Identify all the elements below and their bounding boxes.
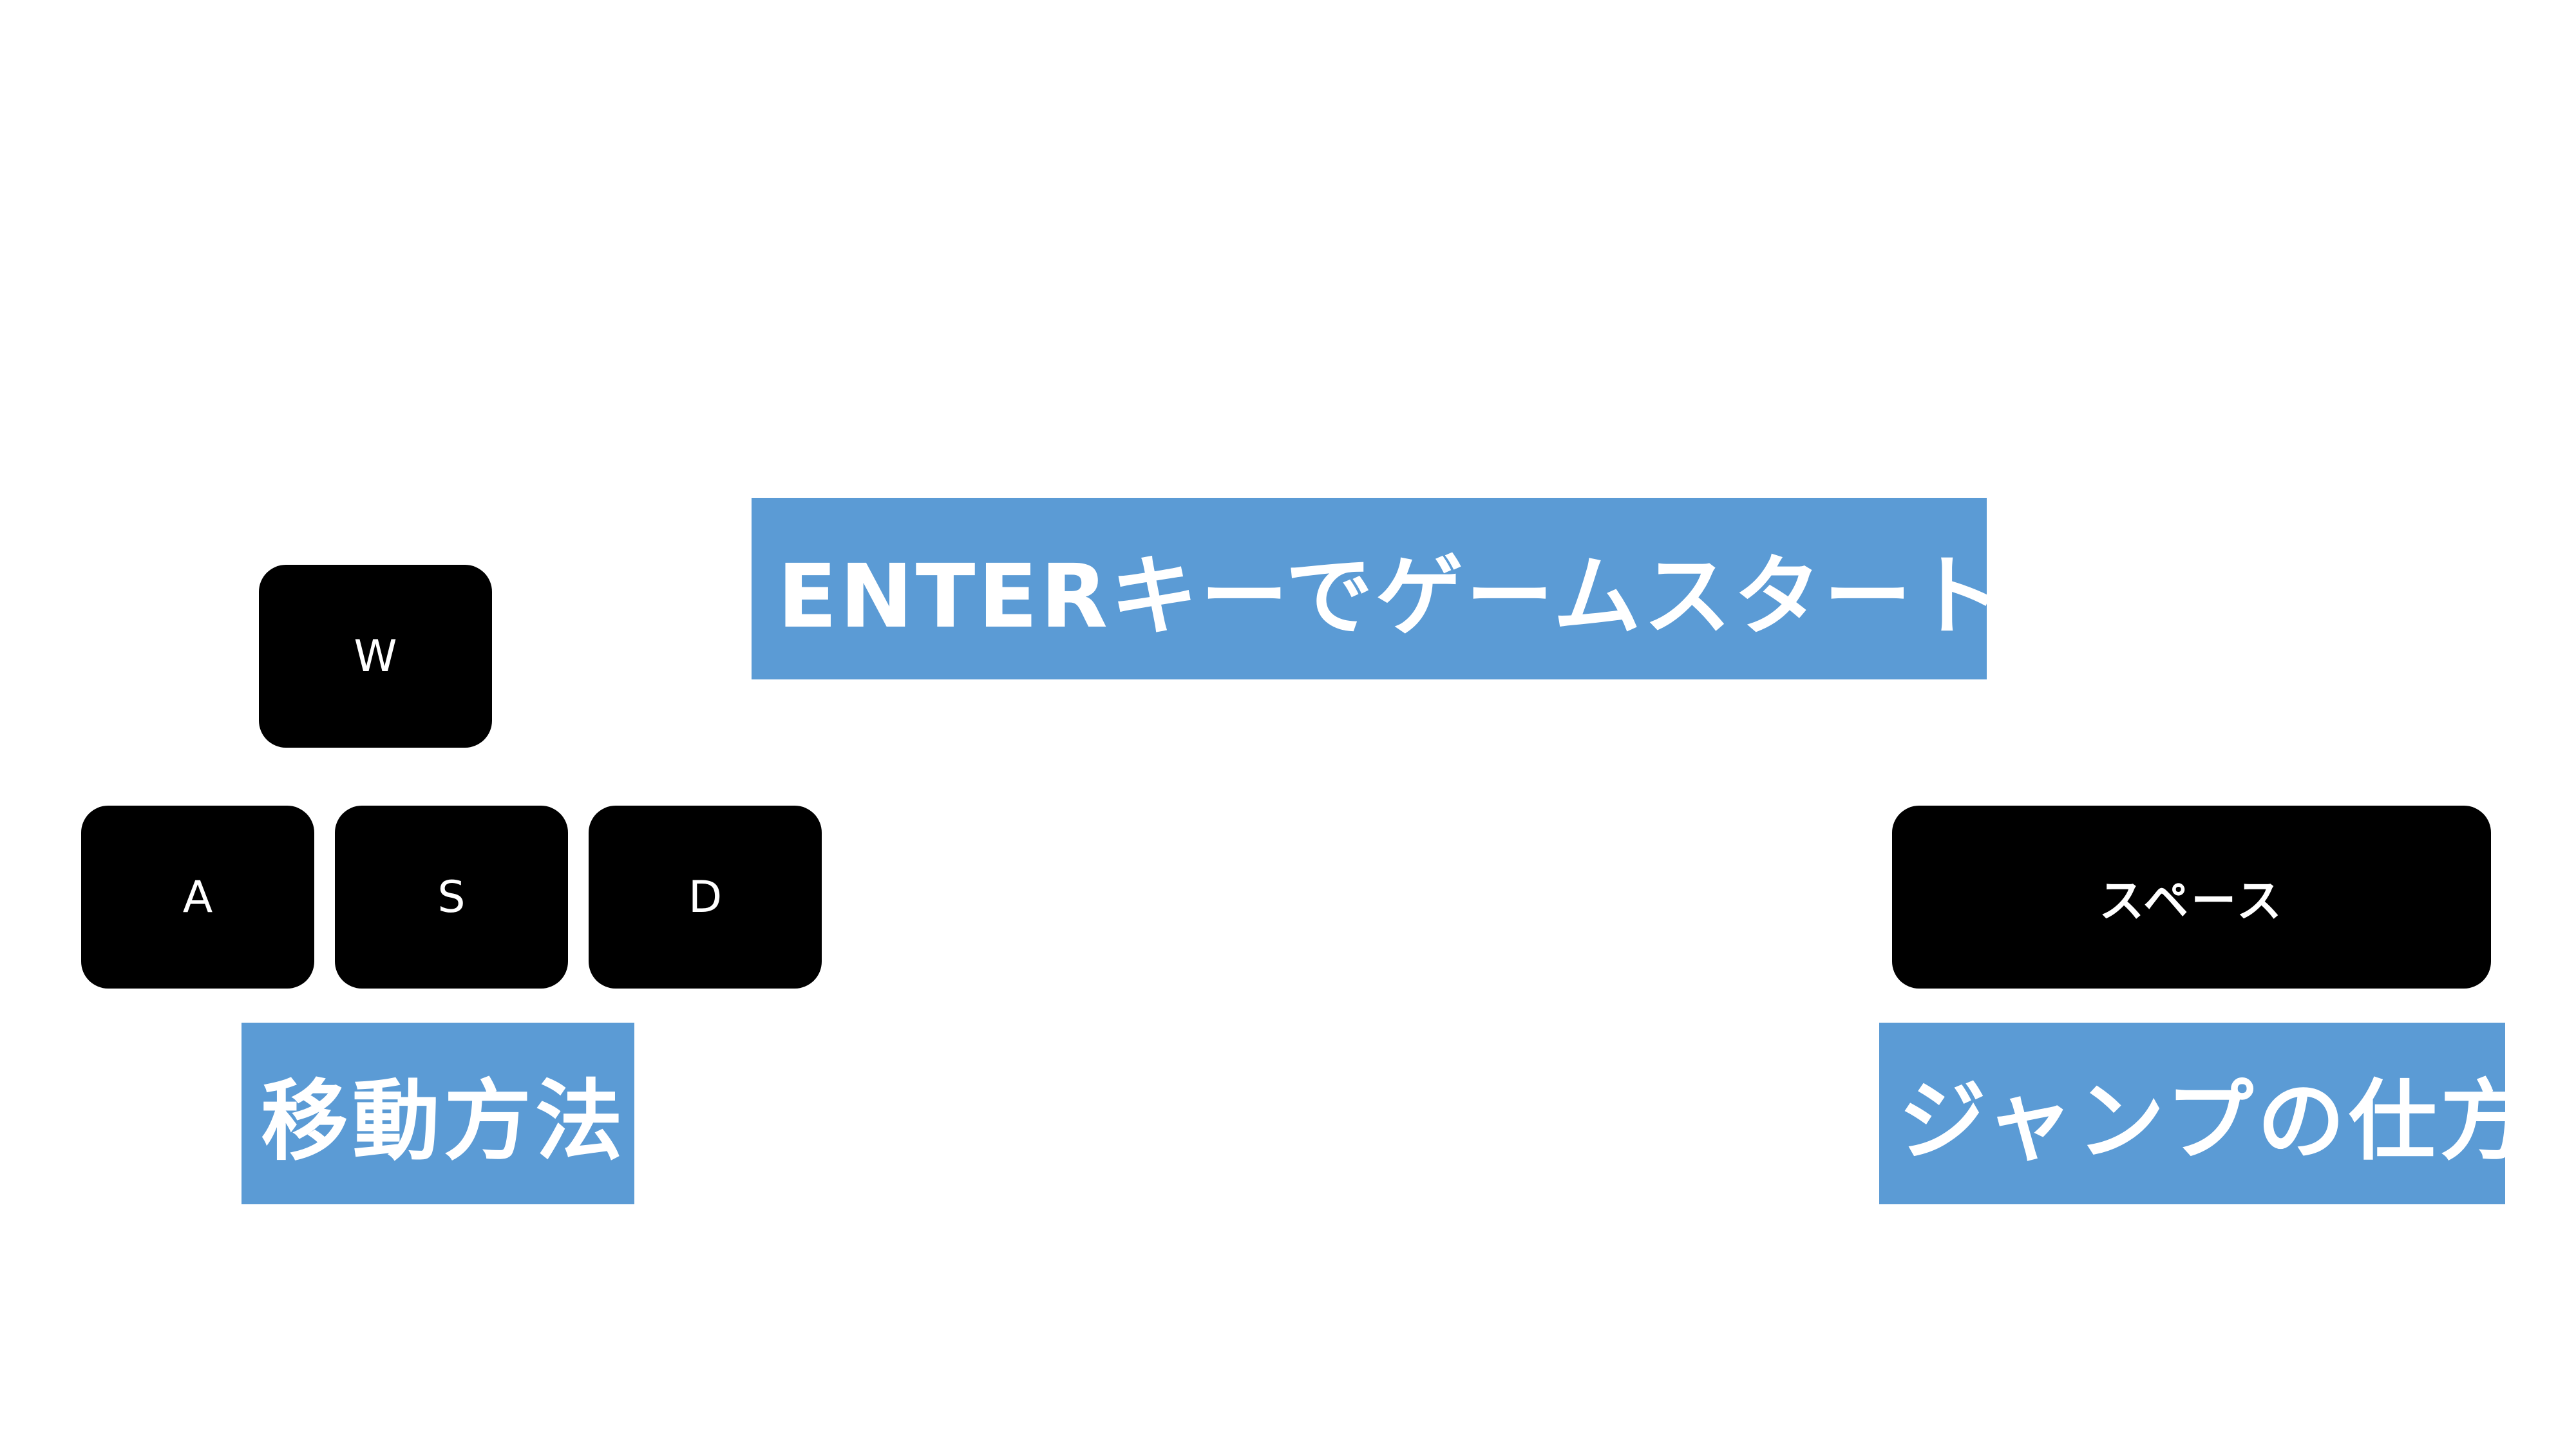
start-game-text: ENTERキーでゲームスタート!! xyxy=(777,545,2089,648)
key-d-label: D xyxy=(688,871,723,923)
jump-instructions-label: ジャンプの仕方 xyxy=(1879,1023,2528,1204)
key-space-label: スペース xyxy=(2099,874,2284,927)
movement-instructions-label: 移動方法 xyxy=(242,1023,634,1204)
start-game-banner: ENTERキーでゲームスタート!! xyxy=(752,498,2087,679)
jump-label-text: ジャンプの仕方 xyxy=(1899,1070,2532,1173)
key-s-label: S xyxy=(437,871,466,923)
key-a-label: A xyxy=(182,871,213,923)
key-s[interactable]: S xyxy=(335,806,568,989)
key-w[interactable]: W xyxy=(259,565,492,748)
key-space[interactable]: スペース xyxy=(1892,806,2491,989)
key-a[interactable]: A xyxy=(81,806,314,989)
key-w-label: W xyxy=(354,630,397,682)
movement-label-text: 移動方法 xyxy=(261,1070,627,1173)
title-screen: ENTERキーでゲームスタート!! W A S D 移動方法 スペース ジャンプ… xyxy=(0,0,2576,1449)
key-d[interactable]: D xyxy=(589,806,822,989)
